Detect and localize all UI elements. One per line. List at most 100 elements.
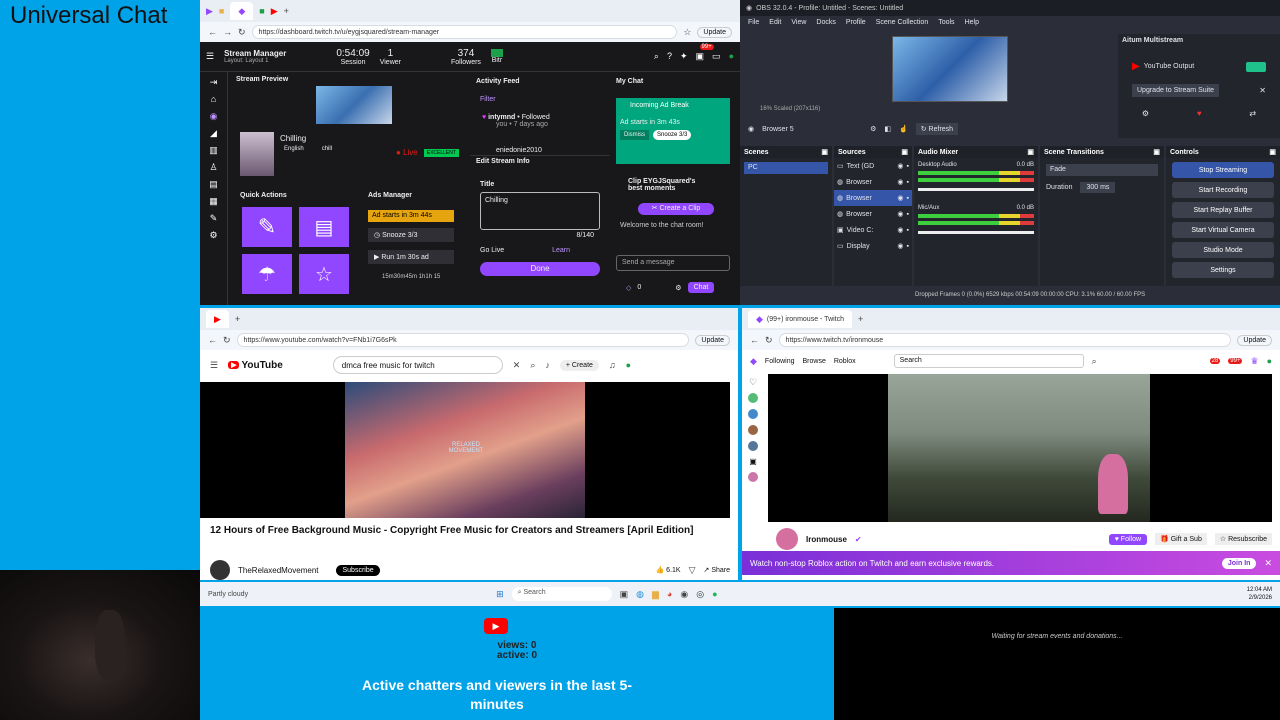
back-icon[interactable]: ←: [208, 27, 217, 37]
address-bar[interactable]: https://www.youtube.com/watch?v=FNb1i7G6…: [236, 333, 690, 347]
menu-help[interactable]: Help: [965, 19, 979, 26]
snooze-button[interactable]: ◷ Snooze 3/3: [368, 228, 454, 242]
analytics-icon[interactable]: ▥: [209, 146, 218, 155]
streamer-avatar[interactable]: [776, 528, 798, 550]
search-icon[interactable]: ⌕: [654, 52, 659, 61]
edit-action[interactable]: ✎: [242, 207, 292, 247]
menu-view[interactable]: View: [791, 19, 806, 26]
search-icon[interactable]: ⌕: [530, 360, 535, 370]
refresh-button[interactable]: ↻ Refresh: [915, 123, 959, 135]
upgrade-button[interactable]: Upgrade to Stream Suite: [1132, 84, 1220, 97]
youtube-tab-icon[interactable]: ▶: [271, 6, 278, 16]
filters-icon[interactable]: ◧: [884, 125, 891, 133]
nav-browse[interactable]: Browse: [803, 358, 826, 365]
umbrella-action[interactable]: ☂: [242, 254, 292, 294]
channel-avatar-2[interactable]: [748, 409, 758, 419]
active-tab[interactable]: ◆: [230, 2, 254, 20]
properties-icon[interactable]: ⚙: [870, 125, 876, 133]
menu-docks[interactable]: Docks: [816, 19, 835, 26]
collapse-icon[interactable]: ⇥: [210, 78, 218, 87]
source-row[interactable]: ◍ Browser ◉ ▪: [834, 206, 912, 222]
edge-icon[interactable]: ◍: [636, 589, 644, 599]
menu-file[interactable]: File: [748, 19, 759, 26]
menu-edit[interactable]: Edit: [769, 19, 781, 26]
megaphone-icon[interactable]: ◢: [210, 129, 217, 138]
start-recording-button[interactable]: Start Recording: [1172, 182, 1274, 198]
dismiss-button[interactable]: Dismiss: [620, 130, 649, 140]
video-player[interactable]: RELAXED MOVEMENT: [200, 382, 730, 518]
stream-icon[interactable]: ◉: [210, 112, 218, 121]
output-toggle[interactable]: [1246, 61, 1266, 72]
close-icon[interactable]: ✕: [513, 360, 521, 370]
replay-buffer-button[interactable]: Start Replay Buffer: [1172, 202, 1274, 218]
tab-icon-3[interactable]: ■: [259, 6, 264, 16]
channel-avatar-1[interactable]: [748, 393, 758, 403]
avatar[interactable]: ●: [626, 360, 631, 370]
new-tab-icon[interactable]: +: [235, 314, 240, 324]
source-row[interactable]: ▣ Video C: ◉ ▪: [834, 222, 912, 238]
virtual-camera-button[interactable]: Start Virtual Camera: [1172, 222, 1274, 238]
bell-icon[interactable]: ♫: [609, 360, 616, 370]
visibility-icon[interactable]: ◉: [897, 226, 903, 234]
visibility-icon[interactable]: ◉: [897, 242, 903, 250]
nav-roblox[interactable]: Roblox: [834, 358, 856, 365]
quick-actions-heading[interactable]: Quick Actions: [240, 192, 287, 199]
weather-widget[interactable]: Partly cloudy: [208, 591, 248, 598]
source-row[interactable]: ▭ Text (GD ◉ ▪: [834, 158, 912, 174]
reload-icon[interactable]: ↻: [238, 27, 246, 37]
back-icon[interactable]: ←: [750, 335, 759, 345]
channel-avatar-5[interactable]: [748, 472, 758, 482]
lock-icon[interactable]: ▪: [907, 163, 909, 170]
channel-avatar-4[interactable]: [748, 441, 758, 451]
like-button[interactable]: 👍 6.1K: [656, 566, 681, 574]
clapper-action[interactable]: ▤: [299, 207, 349, 247]
update-button[interactable]: Update: [1237, 334, 1272, 346]
lock-icon[interactable]: ▪: [907, 227, 909, 234]
source-row[interactable]: ◍ Browser ◉ ▪: [834, 190, 912, 206]
studio-mode-button[interactable]: Studio Mode: [1172, 242, 1274, 258]
scene-item-pc[interactable]: PC: [744, 162, 828, 174]
subscribe-button[interactable]: Subscribe: [336, 564, 380, 576]
tab-icon-2[interactable]: ■: [219, 6, 224, 16]
reload-icon[interactable]: ↻: [223, 335, 231, 345]
search-icon[interactable]: ⌕: [1092, 356, 1097, 366]
transition-select[interactable]: Fade: [1046, 164, 1158, 176]
community-icon[interactable]: ♙: [209, 163, 217, 172]
run-ad-button[interactable]: ▶ Run 1m 30s ad: [368, 250, 454, 264]
visibility-icon[interactable]: ◉: [897, 162, 903, 170]
filter-link[interactable]: Filter: [480, 96, 496, 103]
address-bar[interactable]: https://dashboard.twitch.tv/u/eygjsquare…: [251, 25, 678, 39]
mic-volume-slider[interactable]: [918, 231, 1034, 234]
dislike-icon[interactable]: ▽: [689, 565, 696, 575]
chat-settings-icon[interactable]: ⚙: [675, 284, 681, 292]
lock-icon[interactable]: ▪: [907, 211, 909, 218]
create-button[interactable]: + Create: [559, 359, 599, 371]
inbox-badge[interactable]: 99+: [1228, 358, 1243, 364]
notif-badge[interactable]: 28: [1209, 358, 1221, 364]
spotify-icon[interactable]: ●: [712, 589, 717, 599]
tag-english[interactable]: English: [284, 146, 304, 152]
task-view-icon[interactable]: ▣: [620, 589, 629, 599]
extensions-icon[interactable]: ✎: [210, 214, 218, 223]
edit-stream-info-heading[interactable]: Edit Stream Info: [476, 158, 604, 165]
avatar[interactable]: ●: [729, 52, 734, 61]
resubscribe-button[interactable]: ☆ Resubscribe: [1214, 533, 1272, 545]
settings-icon[interactable]: ⚙: [209, 231, 217, 240]
title-input[interactable]: Chilling: [480, 192, 600, 230]
twitch-video-player[interactable]: [768, 374, 1272, 522]
done-button[interactable]: Done: [480, 262, 600, 276]
gift-sub-button[interactable]: 🎁 Gift a Sub: [1155, 533, 1207, 545]
heart-icon[interactable]: ♥: [1197, 109, 1202, 118]
content-icon[interactable]: ▤: [209, 180, 218, 189]
youtube-logo[interactable]: ▶ YouTube: [228, 360, 283, 371]
avatar[interactable]: ●: [1267, 356, 1272, 366]
menu-tools[interactable]: Tools: [938, 19, 954, 26]
crown-icon[interactable]: ♛: [1250, 356, 1258, 366]
channel-avatar[interactable]: [210, 560, 230, 580]
lock-icon[interactable]: ▪: [907, 243, 909, 250]
gear-icon[interactable]: ⚙: [1142, 109, 1149, 118]
switch-icon[interactable]: ⇄: [1249, 109, 1256, 118]
heart-icon[interactable]: ♡: [749, 378, 757, 387]
desktop-volume-slider[interactable]: [918, 188, 1034, 191]
channel-name[interactable]: TheRelaxedMovement: [238, 566, 318, 575]
